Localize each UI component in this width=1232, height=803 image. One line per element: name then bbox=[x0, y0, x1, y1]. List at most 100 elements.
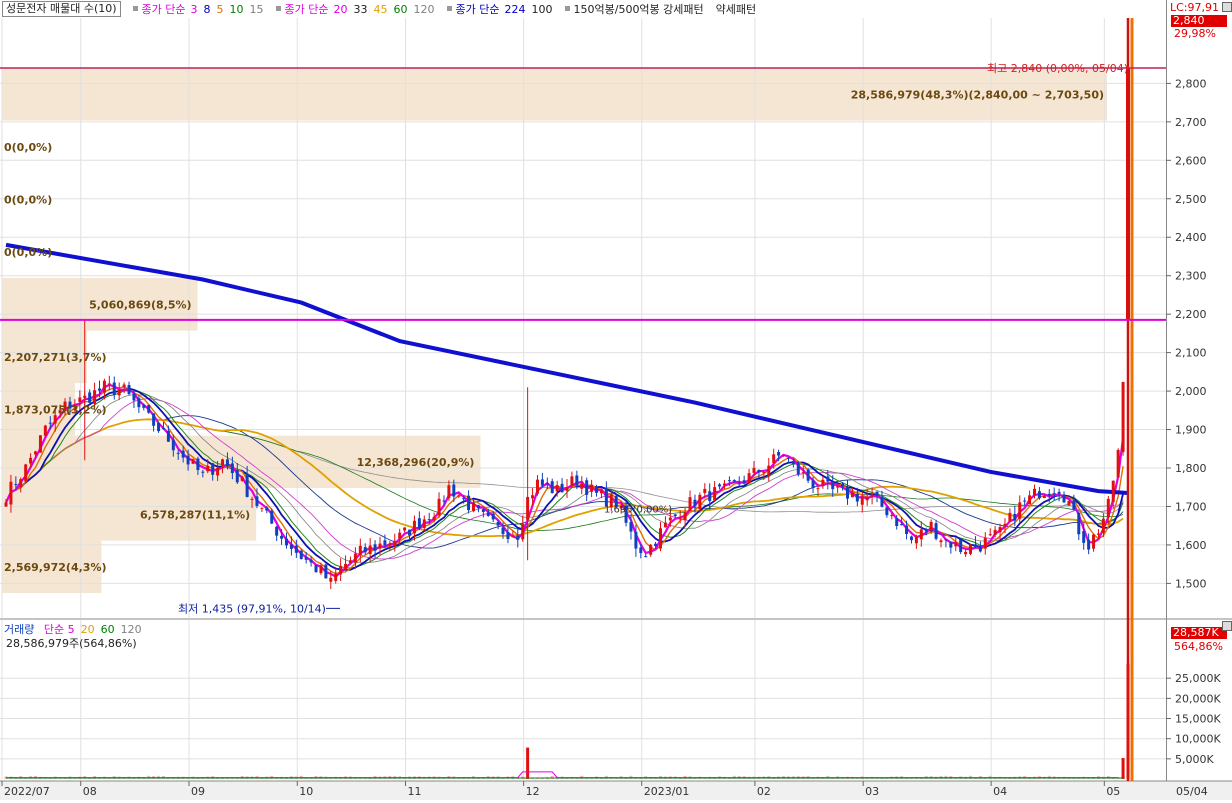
candle-body bbox=[157, 422, 161, 432]
x-tick-label: 02 bbox=[757, 785, 771, 798]
candle-body bbox=[831, 483, 835, 490]
x-tick-label: 08 bbox=[83, 785, 97, 798]
legend-group1-label[interactable]: 종가 단순 bbox=[142, 1, 186, 17]
volume-profile-label: 0(0,0%) bbox=[4, 193, 52, 206]
volume-tick-label: 15,000K bbox=[1175, 713, 1221, 726]
candle-body bbox=[988, 534, 992, 536]
candle-body bbox=[462, 498, 466, 500]
legend-period[interactable]: 224 bbox=[505, 3, 526, 16]
candle-body bbox=[447, 485, 451, 499]
legend-period[interactable]: 3 bbox=[191, 3, 198, 16]
volume-panel-close-icon[interactable] bbox=[1222, 621, 1232, 631]
legend-period[interactable]: 60 bbox=[394, 3, 408, 16]
candle-body bbox=[211, 463, 215, 475]
legend-period[interactable]: 15 bbox=[250, 3, 264, 16]
candle-body bbox=[1062, 494, 1066, 503]
mid-annotation: 1,695(0,00%) bbox=[604, 504, 672, 515]
candle-body bbox=[1018, 502, 1022, 519]
candle-body bbox=[1106, 498, 1110, 518]
x-tick-label: 2022/07 bbox=[4, 785, 50, 798]
candle-body bbox=[949, 542, 953, 548]
legend-weak-label[interactable]: 약세패턴 bbox=[716, 1, 756, 17]
candle-body bbox=[53, 415, 57, 424]
candle-body bbox=[289, 544, 293, 549]
candle-body bbox=[191, 459, 195, 464]
candle-body bbox=[983, 537, 987, 549]
candle-body bbox=[1087, 539, 1091, 550]
candle-body bbox=[388, 543, 392, 545]
candle-body bbox=[4, 502, 8, 507]
legend-period[interactable]: 120 bbox=[414, 3, 435, 16]
low-annotation: 최저 1,435 (97,91%, 10/14) bbox=[178, 602, 326, 615]
candle-body bbox=[496, 522, 500, 526]
candle-body bbox=[1033, 488, 1036, 496]
candle-body bbox=[595, 486, 599, 493]
candle-body bbox=[644, 556, 648, 558]
legend-period[interactable]: 100 bbox=[532, 3, 553, 16]
volume-profile-label: 0(0,0%) bbox=[4, 246, 52, 259]
candle-body bbox=[649, 544, 653, 555]
candle-body bbox=[865, 496, 869, 501]
candle-body bbox=[412, 520, 416, 534]
candle-body bbox=[43, 425, 47, 436]
candle-body bbox=[221, 459, 225, 466]
candle-body bbox=[718, 484, 722, 487]
candle-body bbox=[324, 564, 328, 579]
chart-canvas[interactable]: 28,586,979(48,3%)(2,840,00 ~ 2,703,50) 0(… bbox=[0, 0, 1232, 800]
candle-body bbox=[358, 545, 362, 556]
stock-title[interactable]: 성문전자 매물대 수(10) bbox=[2, 1, 121, 17]
legend-period[interactable]: 33 bbox=[354, 3, 368, 16]
candle-body bbox=[969, 544, 973, 554]
candle-body bbox=[230, 463, 234, 474]
volume-tick-label: 5,000K bbox=[1175, 753, 1214, 766]
candle-body bbox=[713, 487, 717, 501]
x-tick-label: 10 bbox=[299, 785, 313, 798]
y-tick-label: 2,400 bbox=[1175, 231, 1207, 244]
candle-body bbox=[334, 573, 338, 581]
candle-body bbox=[1082, 531, 1086, 543]
candle-body bbox=[181, 450, 185, 458]
candle-body bbox=[791, 461, 795, 465]
x-last-label: 05/04 bbox=[1176, 785, 1208, 798]
candle-body bbox=[383, 540, 387, 546]
y-tick-label: 2,600 bbox=[1175, 154, 1207, 167]
legend-period[interactable]: 5 bbox=[217, 3, 224, 16]
candle-body bbox=[285, 538, 288, 546]
legend-period[interactable]: 10 bbox=[230, 3, 244, 16]
y-tick-label: 2,300 bbox=[1175, 270, 1207, 283]
candle-body bbox=[678, 518, 682, 520]
candle-body bbox=[457, 495, 461, 497]
legend-period[interactable]: 45 bbox=[374, 3, 388, 16]
legend-marker-icon bbox=[132, 6, 138, 11]
candle-body bbox=[727, 480, 731, 482]
candle-body bbox=[1092, 534, 1096, 549]
candle-body bbox=[19, 479, 23, 488]
legend-period[interactable]: 20 bbox=[334, 3, 348, 16]
candle-body bbox=[216, 467, 220, 476]
candle-body bbox=[659, 528, 662, 549]
legend-period[interactable]: 8 bbox=[204, 3, 211, 16]
candle-body bbox=[403, 527, 407, 531]
candle-body bbox=[142, 404, 146, 408]
candle-body bbox=[235, 470, 239, 483]
volume-profile-label: 5,060,869(8,5%) bbox=[89, 298, 192, 311]
candle-body bbox=[698, 494, 702, 510]
x-tick-label: 03 bbox=[865, 785, 879, 798]
candle-body bbox=[565, 487, 569, 491]
candle-body bbox=[905, 525, 909, 535]
x-tick-label: 12 bbox=[526, 785, 540, 798]
stock-chart[interactable]: 28,586,979(48,3%)(2,840,00 ~ 2,703,50) 0(… bbox=[0, 0, 1232, 800]
candle-body bbox=[1116, 449, 1120, 478]
x-tick-label: 2023/01 bbox=[644, 785, 690, 798]
candle-body bbox=[304, 557, 308, 560]
legend-group2-label[interactable]: 종가 단순 bbox=[285, 1, 329, 17]
candle-body bbox=[319, 565, 323, 574]
panel-close-icon[interactable] bbox=[1222, 2, 1232, 12]
candle-body bbox=[964, 551, 968, 555]
candle-body bbox=[796, 463, 800, 475]
legend-group3-label[interactable]: 종가 단순 bbox=[456, 1, 500, 17]
volume-tick-label: 10,000K bbox=[1175, 733, 1221, 746]
candle-body bbox=[437, 498, 441, 516]
last-price-badge: 2,840 bbox=[1171, 15, 1227, 27]
legend-pattern-label[interactable]: 150억봉/500억봉 강세패턴 bbox=[574, 1, 704, 17]
